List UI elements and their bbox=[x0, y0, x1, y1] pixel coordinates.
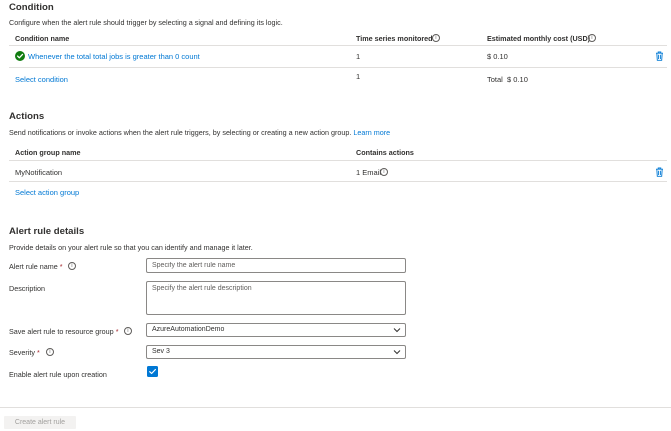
alert-rule-name-label-text: Alert rule name bbox=[9, 262, 58, 271]
enable-rule-label: Enable alert rule upon creation bbox=[9, 370, 107, 379]
description-label: Description bbox=[9, 284, 45, 293]
footer-divider bbox=[0, 407, 671, 408]
total-cost: Total $ 0.10 bbox=[487, 75, 528, 84]
total-value: $ 0.10 bbox=[507, 75, 528, 84]
learn-more-link[interactable]: Learn more bbox=[353, 128, 390, 137]
summary-time-series: 1 bbox=[356, 72, 361, 81]
divider bbox=[9, 67, 667, 68]
alert-rule-name-label: Alert rule name * bbox=[9, 262, 63, 271]
create-alert-rule-button[interactable]: Create alert rule bbox=[4, 416, 76, 429]
delete-action-trash-icon[interactable] bbox=[655, 167, 664, 177]
alert-rule-name-input[interactable] bbox=[146, 258, 406, 273]
description-textarea[interactable] bbox=[146, 281, 406, 315]
actions-heading: Actions bbox=[9, 111, 45, 122]
resource-group-value: AzureAutomationDemo bbox=[152, 326, 225, 333]
chevron-down-icon bbox=[393, 328, 401, 333]
info-icon[interactable]: i bbox=[588, 34, 596, 42]
delete-condition-trash-icon[interactable] bbox=[655, 51, 664, 61]
info-icon[interactable]: i bbox=[46, 348, 54, 356]
info-icon[interactable]: i bbox=[380, 168, 388, 176]
condition-cost-value: $ 0.10 bbox=[487, 52, 508, 61]
col-condition-name: Condition name bbox=[15, 34, 70, 43]
required-marker: * bbox=[59, 262, 63, 271]
details-description: Provide details on your alert rule so th… bbox=[9, 243, 253, 252]
select-action-group-link[interactable]: Select action group bbox=[15, 188, 79, 197]
contains-actions-value: 1 Email bbox=[356, 168, 382, 177]
divider bbox=[9, 181, 667, 182]
severity-value: Sev 3 bbox=[152, 348, 170, 355]
required-marker: * bbox=[36, 348, 40, 357]
divider bbox=[9, 160, 667, 161]
severity-label: Severity * bbox=[9, 348, 40, 357]
condition-heading: Condition bbox=[9, 2, 54, 13]
resource-group-label: Save alert rule to resource group * bbox=[9, 327, 119, 336]
col-action-group-name: Action group name bbox=[15, 148, 81, 157]
condition-time-series-value: 1 bbox=[356, 52, 361, 61]
col-estimated-cost: Estimated monthly cost (USD) bbox=[487, 34, 591, 43]
severity-label-text: Severity bbox=[9, 348, 35, 357]
check-circle-icon bbox=[15, 51, 25, 61]
col-time-series: Time series monitored bbox=[356, 34, 433, 43]
info-icon[interactable]: i bbox=[124, 327, 132, 335]
condition-row-link[interactable]: Whenever the total total jobs is greater… bbox=[28, 52, 200, 61]
info-icon[interactable]: i bbox=[432, 34, 440, 42]
severity-select[interactable]: Sev 3 bbox=[146, 345, 406, 359]
total-label: Total bbox=[487, 75, 503, 84]
enable-rule-checkbox[interactable] bbox=[147, 366, 158, 377]
resource-group-label-text: Save alert rule to resource group bbox=[9, 327, 114, 336]
col-time-series-label: Time series monitored bbox=[356, 34, 433, 43]
actions-description-text: Send notifications or invoke actions whe… bbox=[9, 128, 352, 137]
divider bbox=[9, 45, 667, 46]
info-icon[interactable]: i bbox=[68, 262, 76, 270]
action-group-name-value: MyNotification bbox=[15, 168, 63, 177]
select-condition-link[interactable]: Select condition bbox=[15, 75, 68, 84]
details-heading: Alert rule details bbox=[9, 226, 85, 237]
col-contains-actions: Contains actions bbox=[356, 148, 414, 157]
required-marker: * bbox=[115, 327, 119, 336]
actions-description: Send notifications or invoke actions whe… bbox=[9, 128, 390, 137]
resource-group-select[interactable]: AzureAutomationDemo bbox=[146, 323, 406, 337]
chevron-down-icon bbox=[393, 350, 401, 355]
condition-description: Configure when the alert rule should tri… bbox=[9, 18, 283, 27]
